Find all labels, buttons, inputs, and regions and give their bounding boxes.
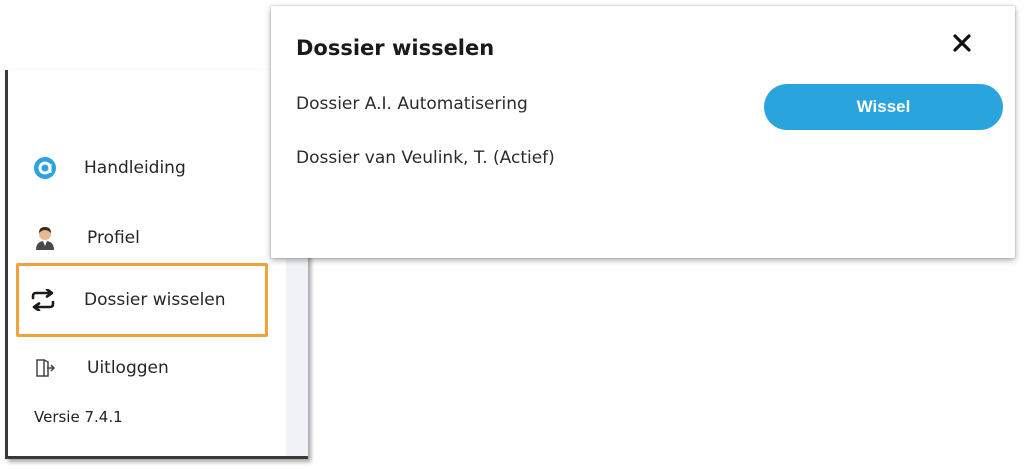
dialog-title: Dossier wisselen xyxy=(296,36,495,60)
sidebar-item-label: Handleiding xyxy=(84,158,186,178)
user-avatar-icon xyxy=(32,225,58,251)
switch-dossier-button[interactable]: Wissel xyxy=(764,84,1003,130)
dossier-option-active: Dossier van Veulink, T. (Actief) xyxy=(296,148,555,168)
sidebar-item-label: Profiel xyxy=(87,228,140,248)
sidebar-item-handleiding[interactable]: Handleiding xyxy=(8,148,268,188)
dossier-option: Dossier A.I. Automatisering xyxy=(296,94,528,114)
sidebar-item-label: Dossier wisselen xyxy=(84,290,226,310)
sidebar-item-dossier-wisselen[interactable]: Dossier wisselen xyxy=(16,263,268,337)
help-circle-icon xyxy=(32,155,58,181)
sidebar-item-profiel[interactable]: Profiel xyxy=(8,218,268,258)
close-icon xyxy=(952,33,972,57)
switch-arrows-icon xyxy=(30,287,56,313)
close-button[interactable] xyxy=(947,30,977,60)
sidebar-menu: Handleiding Profiel Dossier wisselen Uit… xyxy=(5,70,308,459)
version-label: Versie 7.4.1 xyxy=(34,408,123,426)
switch-dossier-dialog: Dossier wisselen Dossier A.I. Automatise… xyxy=(271,6,1015,258)
logout-door-icon xyxy=(32,355,58,381)
sidebar-item-label: Uitloggen xyxy=(87,358,169,378)
sidebar-item-uitloggen[interactable]: Uitloggen xyxy=(8,348,268,388)
